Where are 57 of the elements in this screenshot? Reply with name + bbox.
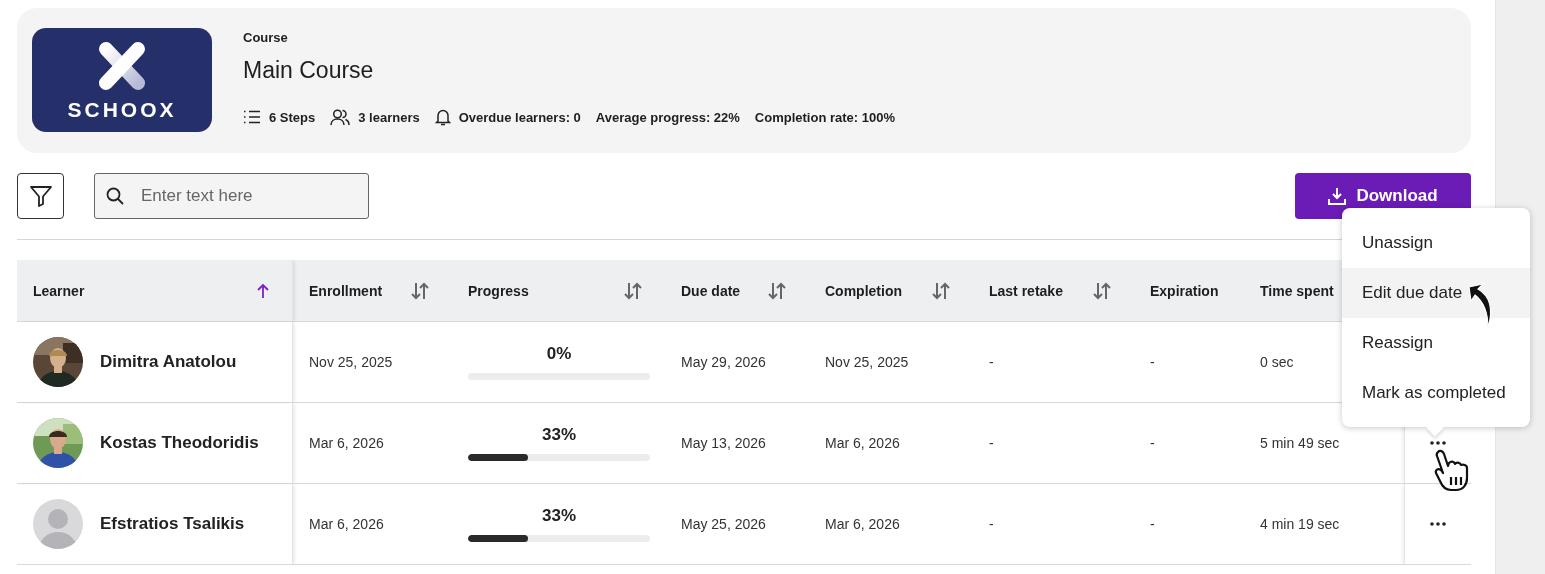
- filter-button[interactable]: [17, 173, 64, 219]
- table-cell: -: [1150, 354, 1155, 370]
- table-cell: 5 min 49 sec: [1260, 435, 1340, 451]
- more-icon[interactable]: [1430, 441, 1446, 445]
- course-label: Course: [243, 30, 289, 45]
- sort-ascending-icon[interactable]: [256, 282, 270, 299]
- sort-icon[interactable]: [1092, 281, 1112, 300]
- stat-text: 6 Steps: [269, 109, 316, 125]
- download-icon: [1328, 187, 1347, 205]
- column-header[interactable]: Enrollment: [293, 260, 452, 322]
- column-header[interactable]: Due date: [665, 260, 809, 322]
- list-icon: [243, 110, 261, 124]
- table-cell: -: [989, 435, 994, 451]
- table-cell: May 29, 2026: [681, 354, 766, 370]
- table-cell: -: [989, 516, 994, 532]
- sort-icon[interactable]: [767, 281, 787, 300]
- stat-text: Overdue learners: 0: [458, 109, 581, 125]
- table-cell: -: [1150, 516, 1155, 532]
- column-header[interactable]: Last retake: [973, 260, 1134, 322]
- table-cell: Nov 25, 2025: [309, 354, 393, 370]
- stat-text: Average progress: 22%: [595, 109, 740, 125]
- progress-percent: 33%: [542, 425, 576, 445]
- stat-text: 3 learners: [358, 109, 420, 125]
- people-icon: [330, 108, 351, 126]
- table-cell: 0 sec: [1260, 354, 1294, 370]
- course-title: Main Course: [243, 57, 375, 84]
- table-cell: Nov 25, 2025: [825, 354, 909, 370]
- learner-name[interactable]: Dimitra Anatolou: [100, 352, 237, 372]
- table-cell: -: [1150, 435, 1155, 451]
- learner-name[interactable]: Kostas Theodoridis: [100, 433, 259, 453]
- table-cell: May 13, 2026: [681, 435, 766, 451]
- logo-text: SCHOOX: [67, 98, 177, 122]
- column-header[interactable]: Learner: [17, 260, 293, 322]
- table-cell: -: [989, 354, 994, 370]
- menu-item[interactable]: Mark as completed: [1342, 368, 1530, 418]
- table-cell: Mar 6, 2026: [825, 516, 900, 532]
- progress-percent: 33%: [542, 506, 576, 526]
- column-header[interactable]: Completion: [809, 260, 973, 322]
- learner-name[interactable]: Efstratios Tsalikis: [100, 514, 245, 534]
- column-header[interactable]: Expiration: [1134, 260, 1244, 322]
- menu-item[interactable]: Edit due date: [1342, 268, 1530, 318]
- search-field[interactable]: Enter text here: [94, 173, 369, 219]
- sort-icon[interactable]: [623, 281, 643, 300]
- progress-percent: 0%: [546, 344, 572, 364]
- avatar-icon: [33, 499, 83, 549]
- column-header[interactable]: Progress: [452, 260, 665, 322]
- stat-text: Completion rate: 100%: [754, 109, 895, 125]
- sort-icon[interactable]: [410, 281, 430, 300]
- bell-icon: [434, 108, 451, 126]
- table-cell: Mar 6, 2026: [309, 435, 384, 451]
- table-cell: Mar 6, 2026: [825, 435, 900, 451]
- more-icon[interactable]: [1430, 522, 1446, 526]
- table-cell: May 25, 2026: [681, 516, 766, 532]
- sort-icon[interactable]: [931, 281, 951, 300]
- filter-icon: [28, 184, 53, 208]
- table-cell: 4 min 19 sec: [1260, 516, 1340, 532]
- table-cell: Mar 6, 2026: [309, 516, 384, 532]
